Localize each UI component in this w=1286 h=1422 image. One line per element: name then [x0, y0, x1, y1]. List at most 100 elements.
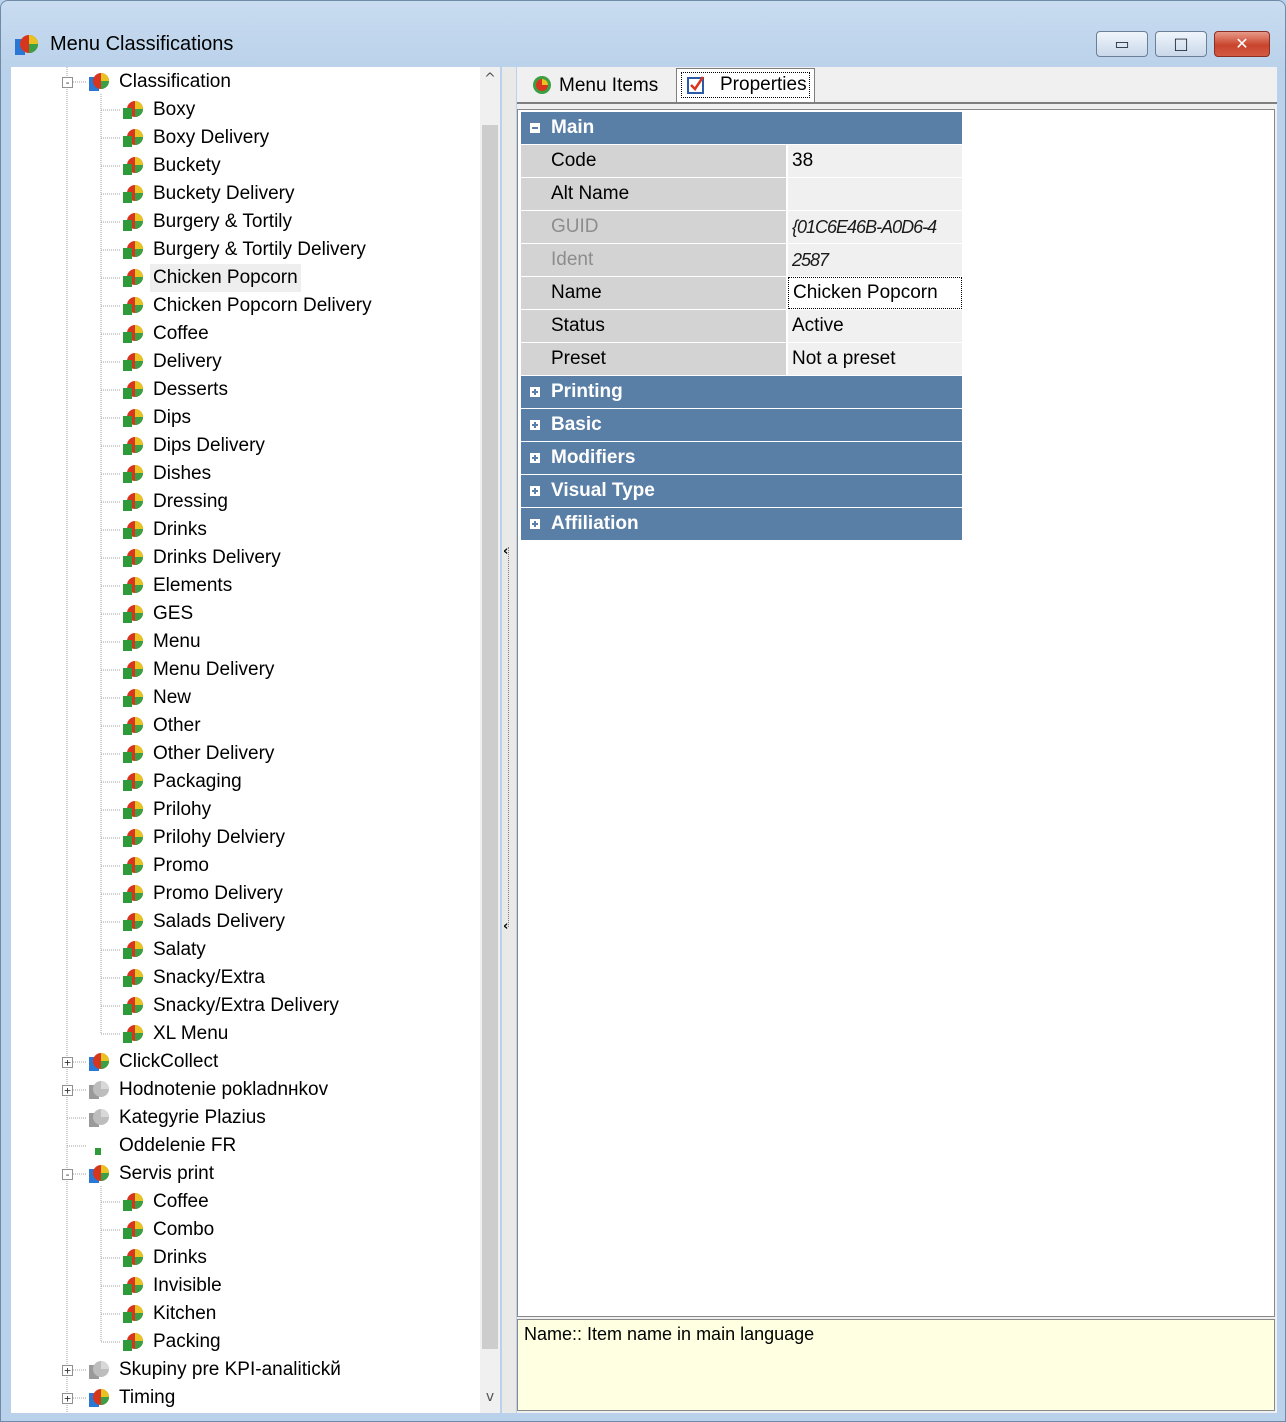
- tree-node[interactable]: Buckety Delivery: [11, 180, 480, 208]
- property-row-status[interactable]: Status Active: [521, 310, 962, 343]
- tree-node[interactable]: Salads Delivery: [11, 908, 480, 936]
- tree-node[interactable]: Snacky/Extra: [11, 964, 480, 992]
- tree-node[interactable]: Delivery: [11, 348, 480, 376]
- property-row-guid[interactable]: GUID {01C6E46B-A0D6-4: [521, 211, 962, 244]
- section-affiliation[interactable]: Affiliation: [521, 508, 962, 541]
- tree-node[interactable]: Buckety: [11, 152, 480, 180]
- tree-node[interactable]: Dips: [11, 404, 480, 432]
- expand-icon[interactable]: [529, 452, 541, 464]
- expand-icon[interactable]: [529, 485, 541, 497]
- tree-node[interactable]: Salaty: [11, 936, 480, 964]
- tree-group-node[interactable]: - Servis print: [11, 1160, 480, 1188]
- close-button[interactable]: ✕: [1214, 31, 1270, 57]
- tree-node[interactable]: Boxy Delivery: [11, 124, 480, 152]
- tree-node[interactable]: Invisible: [11, 1272, 480, 1300]
- tree-node[interactable]: Promo Delivery: [11, 880, 480, 908]
- expand-icon[interactable]: [529, 419, 541, 431]
- tree-node[interactable]: Dishes: [11, 460, 480, 488]
- tree-node[interactable]: GES: [11, 600, 480, 628]
- property-row-name[interactable]: Name Chicken Popcorn: [521, 277, 962, 310]
- classification-tree[interactable]: - Classification Boxy Boxy Delivery Buckety B…: [11, 67, 500, 1413]
- tree-node[interactable]: Chicken Popcorn: [11, 264, 480, 292]
- property-value[interactable]: Not a preset: [788, 343, 962, 375]
- property-value[interactable]: Active: [788, 310, 962, 342]
- tree-node[interactable]: Prilohy: [11, 796, 480, 824]
- section-printing[interactable]: Printing: [521, 376, 962, 409]
- tree-group-node[interactable]: - Classification: [11, 68, 480, 96]
- expand-icon[interactable]: +: [62, 1365, 73, 1376]
- tree-node[interactable]: Packing: [11, 1328, 480, 1356]
- tree-node-label: Invisible: [153, 1275, 222, 1296]
- tree-node[interactable]: Boxy: [11, 96, 480, 124]
- tree-node[interactable]: Chicken Popcorn Delivery: [11, 292, 480, 320]
- tree-group-node[interactable]: Oddelenie FR: [11, 1132, 480, 1160]
- expand-icon[interactable]: +: [62, 1057, 73, 1068]
- tree-node[interactable]: Promo: [11, 852, 480, 880]
- tree-node[interactable]: Dressing: [11, 488, 480, 516]
- tree-node-label: Buckety: [153, 155, 221, 176]
- collapse-left-icon-bottom[interactable]: ‹: [503, 919, 515, 934]
- tree-node[interactable]: Desserts: [11, 376, 480, 404]
- expand-icon[interactable]: [529, 518, 541, 530]
- tree-scrollbar[interactable]: ^ v: [480, 67, 500, 1413]
- property-row-preset[interactable]: Preset Not a preset: [521, 343, 962, 376]
- property-grid[interactable]: Main Code 38 Alt Name GUID {01C6E46B-A0D6-4 Id…: [517, 109, 1275, 1317]
- tree-node-label: Elements: [153, 575, 233, 596]
- tree-node-label: Classification: [119, 71, 231, 92]
- section-modifiers[interactable]: Modifiers: [521, 442, 962, 475]
- property-row-ident[interactable]: Ident 2587: [521, 244, 962, 277]
- tree-node[interactable]: Burgery & Tortily Delivery: [11, 236, 480, 264]
- collapse-icon[interactable]: [529, 122, 541, 134]
- property-value[interactable]: Chicken Popcorn: [788, 277, 962, 309]
- tab-menu-items[interactable]: Menu Items: [529, 70, 658, 102]
- tree-node[interactable]: XL Menu: [11, 1020, 480, 1048]
- tree-node[interactable]: Burgery & Tortily: [11, 208, 480, 236]
- tree-node[interactable]: Drinks: [11, 1244, 480, 1272]
- tree-node[interactable]: Dips Delivery: [11, 432, 480, 460]
- tree-group-node[interactable]: Kategyrie Plazius: [11, 1104, 480, 1132]
- scroll-down-arrow-icon[interactable]: v: [480, 1389, 500, 1405]
- tree-node[interactable]: Coffee: [11, 1188, 480, 1216]
- title-bar[interactable]: Menu Classifications ▭ □ ✕: [1, 1, 1285, 65]
- tree-group-node[interactable]: + Hodnotenie pokladnнkov: [11, 1076, 480, 1104]
- property-row-alt-name[interactable]: Alt Name: [521, 178, 962, 211]
- section-visual-type[interactable]: Visual Type: [521, 475, 962, 508]
- section-basic[interactable]: Basic: [521, 409, 962, 442]
- tree-node[interactable]: Elements: [11, 572, 480, 600]
- scrollbar-thumb[interactable]: [482, 125, 498, 1349]
- tree-node[interactable]: Other Delivery: [11, 740, 480, 768]
- expand-icon[interactable]: +: [62, 1393, 73, 1404]
- property-value[interactable]: [788, 178, 962, 210]
- collapse-icon[interactable]: -: [62, 77, 73, 88]
- book-icon: [123, 297, 143, 315]
- collapse-left-icon[interactable]: ‹: [503, 544, 515, 559]
- minimize-button[interactable]: ▭: [1096, 31, 1148, 57]
- pane-splitter[interactable]: ‹ ‹: [502, 67, 516, 1413]
- tree-node[interactable]: Prilohy Delviery: [11, 824, 480, 852]
- tree-node[interactable]: Menu Delivery: [11, 656, 480, 684]
- expand-icon[interactable]: [529, 386, 541, 398]
- tree-node[interactable]: Drinks Delivery: [11, 544, 480, 572]
- tree-node[interactable]: Combo: [11, 1216, 480, 1244]
- book-icon: [123, 829, 143, 847]
- tree-node[interactable]: Other: [11, 712, 480, 740]
- tree-node[interactable]: New: [11, 684, 480, 712]
- tree-node[interactable]: Snacky/Extra Delivery: [11, 992, 480, 1020]
- tree-group-node[interactable]: + Skupiny pre KPI-analitickй: [11, 1356, 480, 1384]
- tab-properties[interactable]: Properties: [676, 68, 815, 103]
- maximize-button[interactable]: □: [1155, 31, 1207, 57]
- tree-group-node[interactable]: + Timing: [11, 1384, 480, 1412]
- tree-group-node[interactable]: + ClickCollect: [11, 1048, 480, 1076]
- tree-node[interactable]: Drinks: [11, 516, 480, 544]
- tree-node[interactable]: Coffee: [11, 320, 480, 348]
- property-value[interactable]: 38: [788, 145, 962, 177]
- tree-node[interactable]: Menu: [11, 628, 480, 656]
- property-row-code[interactable]: Code 38: [521, 145, 962, 178]
- scroll-up-arrow-icon[interactable]: ^: [480, 71, 500, 87]
- expand-icon[interactable]: +: [62, 1085, 73, 1096]
- tree-node-label: Boxy: [153, 99, 196, 120]
- tree-node[interactable]: Kitchen: [11, 1300, 480, 1328]
- collapse-icon[interactable]: -: [62, 1169, 73, 1180]
- tree-node[interactable]: Packaging: [11, 768, 480, 796]
- section-main[interactable]: Main: [521, 112, 962, 145]
